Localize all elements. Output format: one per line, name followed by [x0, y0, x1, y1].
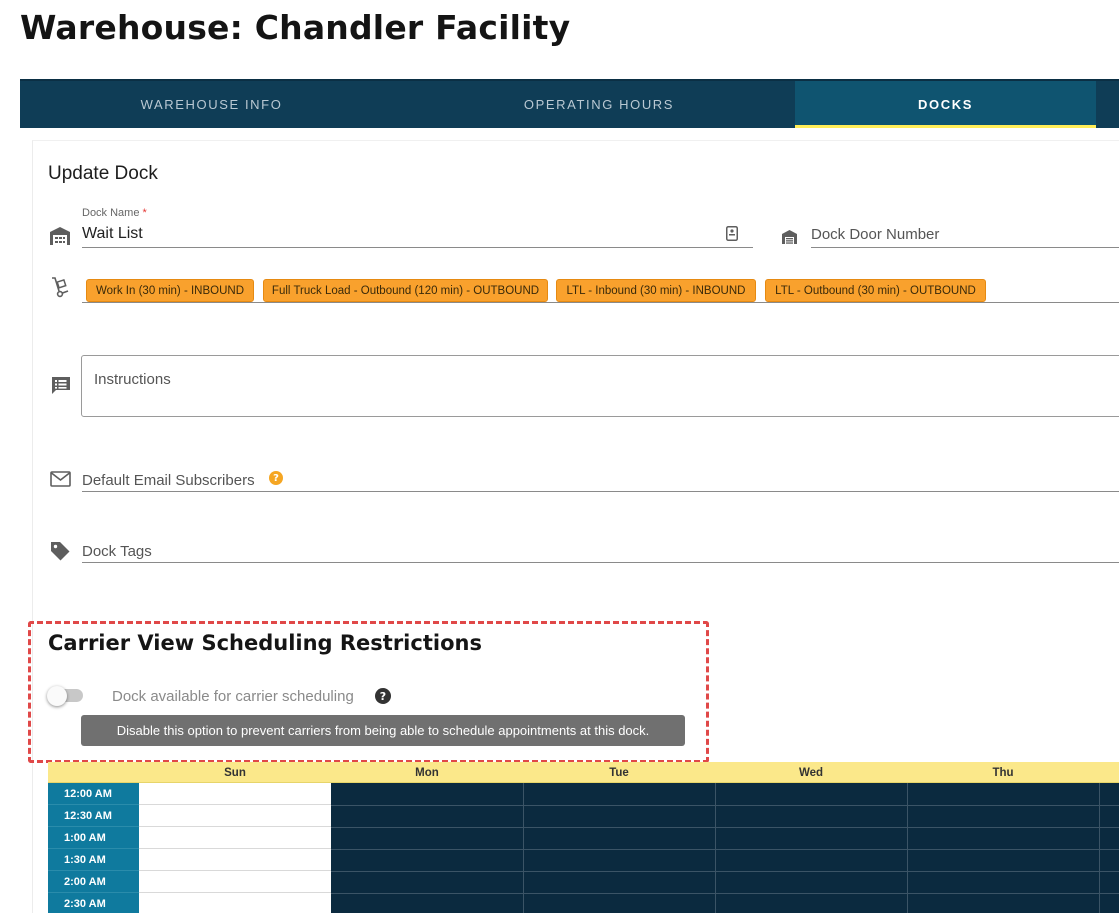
toggle-knob[interactable] [47, 686, 67, 706]
schedule-cell[interactable] [139, 849, 331, 871]
dock-door-underline [811, 247, 1119, 248]
tooltip: Disable this option to prevent carriers … [81, 715, 685, 746]
time-slot: 12:00 AM [48, 783, 139, 805]
notes-icon [51, 376, 71, 395]
tab-bar: WAREHOUSE INFO OPERATING HOURS DOCKS [20, 79, 1119, 128]
dock-name-input[interactable]: Wait List [82, 225, 143, 243]
toggle-label: Dock available for carrier scheduling [112, 688, 354, 705]
sunday-column[interactable] [139, 783, 331, 913]
dock-door-number-input[interactable]: Dock Door Number [811, 226, 939, 243]
grid-divider [331, 849, 1119, 850]
day-header: Tue [609, 766, 629, 779]
schedule-cell[interactable] [139, 805, 331, 827]
day-header: Mon [415, 766, 439, 779]
time-slot: 12:30 AM [48, 805, 139, 827]
warehouse-icon [49, 226, 71, 246]
tab-operating-hours[interactable]: OPERATING HOURS [403, 81, 795, 128]
grid-divider [331, 827, 1119, 828]
mail-icon [50, 471, 71, 487]
grid-divider [331, 893, 1119, 894]
dock-name-underline [82, 247, 753, 248]
instructions-label: Instructions [94, 371, 171, 388]
grid-header: Sun Mon Tue Wed Thu [48, 762, 1119, 783]
time-slot: 2:00 AM [48, 871, 139, 893]
page-title: Warehouse: Chandler Facility [20, 8, 571, 47]
load-type-chip[interactable]: Full Truck Load - Outbound (120 min) - O… [263, 279, 548, 302]
dock-tags-input[interactable]: Dock Tags [82, 543, 152, 560]
load-type-chip[interactable]: LTL - Outbound (30 min) - OUTBOUND [765, 279, 986, 302]
restrictions-title: Carrier View Scheduling Restrictions [48, 631, 482, 655]
schedule-cell[interactable] [139, 871, 331, 893]
day-header: Sun [224, 766, 246, 779]
schedule-cell[interactable] [139, 893, 331, 913]
time-column: 12:00 AM 12:30 AM 1:00 AM 1:30 AM 2:00 A… [48, 783, 139, 913]
tag-icon [49, 540, 71, 562]
tab-docks[interactable]: DOCKS [795, 81, 1096, 128]
grid-divider [331, 871, 1119, 872]
day-header: Thu [992, 766, 1014, 779]
email-help-icon[interactable]: ? [269, 471, 283, 485]
time-slot: 1:30 AM [48, 849, 139, 871]
id-card-icon[interactable] [726, 226, 738, 241]
day-header: Wed [798, 766, 824, 779]
schedule-grid: Sun Mon Tue Wed Thu 12:00 AM 12:30 AM 1:… [48, 762, 1119, 913]
instructions-textarea[interactable] [81, 355, 1119, 417]
load-type-chip[interactable]: LTL - Inbound (30 min) - INBOUND [556, 279, 756, 302]
grid-divider [331, 805, 1119, 806]
garage-door-icon [781, 229, 798, 245]
help-icon[interactable]: ? [375, 688, 391, 704]
dock-name-label: Dock Name * [82, 207, 147, 219]
hand-truck-icon [50, 276, 70, 298]
dock-tags-underline [82, 562, 1119, 563]
schedule-cell[interactable] [139, 827, 331, 849]
load-types-underline [82, 302, 1119, 303]
email-subscribers-input[interactable]: Default Email Subscribers [82, 472, 255, 489]
tab-warehouse-info[interactable]: WAREHOUSE INFO [20, 81, 403, 128]
load-type-chip[interactable]: Work In (30 min) - INBOUND [86, 279, 254, 302]
time-slot: 2:30 AM [48, 893, 139, 913]
time-slot: 1:00 AM [48, 827, 139, 849]
form-title: Update Dock [48, 163, 158, 184]
schedule-cell[interactable] [139, 783, 331, 805]
closed-hours-block[interactable] [331, 783, 1119, 913]
email-underline [82, 491, 1119, 492]
